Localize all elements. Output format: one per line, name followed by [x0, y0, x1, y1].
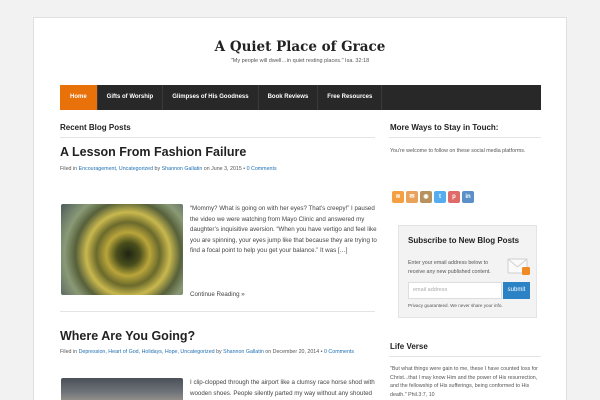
continue-reading-link[interactable]: Continue Reading » — [190, 290, 245, 301]
nav-item-home[interactable]: Home — [60, 85, 98, 110]
sidebar: More Ways to Stay in Touch: You're welco… — [389, 110, 541, 400]
main-nav: Home Gifts of Worship Glimpses of His Go… — [60, 85, 541, 110]
social-icons-row: ≋ ✉ ◉ t p in — [392, 191, 474, 203]
life-verse-heading: Life Verse — [390, 342, 428, 351]
post-comments-link[interactable]: 0 Comments — [324, 349, 354, 355]
post-title[interactable]: Where Are You Going? — [60, 329, 195, 343]
privacy-note: Privacy guaranteed. We never share your … — [408, 303, 503, 308]
post-categories-link[interactable]: Depression, Heart of God, Holidays, Hope… — [79, 349, 215, 355]
post-categories-link[interactable]: Encouragement, Uncategorized — [79, 166, 154, 172]
section-divider — [389, 137, 541, 138]
post-excerpt: I clip-clopped through the airport like … — [190, 379, 375, 397]
post-meta: Filed in Encouragement, Uncategorized by… — [60, 166, 277, 172]
subscribe-heading: Subscribe to New Blog Posts — [408, 236, 520, 245]
nav-item-free-resources[interactable]: Free Resources — [318, 85, 383, 110]
twitter-icon[interactable]: t — [434, 191, 446, 203]
email-field[interactable]: email address — [408, 282, 502, 299]
post-excerpt: “Mommy? What is going on with her eyes? … — [190, 205, 377, 255]
post-meta: Filed in Depression, Heart of God, Holid… — [60, 349, 355, 355]
recent-posts-heading: Recent Blog Posts — [60, 123, 131, 132]
nav-item-book-reviews[interactable]: Book Reviews — [259, 85, 319, 110]
section-divider — [389, 356, 541, 357]
post-title[interactable]: A Lesson From Fashion Failure — [60, 145, 246, 159]
subscribe-box: Subscribe to New Blog Posts Enter your e… — [398, 225, 537, 318]
section-divider — [60, 137, 375, 138]
post-thumbnail-image[interactable] — [61, 378, 183, 400]
post-thumbnail-image[interactable] — [61, 204, 183, 295]
rss-icon[interactable]: ≋ — [392, 191, 404, 203]
subscribe-text: Enter your email address below to receiv… — [408, 260, 491, 275]
submit-button[interactable]: submit — [503, 282, 530, 299]
post-divider — [60, 311, 375, 312]
stay-in-touch-heading: More Ways to Stay in Touch: — [390, 123, 499, 132]
post-comments-link[interactable]: 0 Comments — [247, 166, 277, 172]
site-tagline: "My people will dwell…in quiet resting p… — [230, 58, 370, 64]
stay-in-touch-text: You're welcome to follow on these social… — [390, 148, 526, 154]
linkedin-icon[interactable]: in — [462, 191, 474, 203]
instagram-icon[interactable]: ◉ — [420, 191, 432, 203]
nav-item-gifts-of-worship[interactable]: Gifts of Worship — [98, 85, 164, 110]
page-container: A Quiet Place of Grace "My people will d… — [33, 17, 567, 400]
life-verse-text: "But what things were gain to me, these … — [390, 366, 538, 398]
nav-item-glimpses-of-his-goodness[interactable]: Glimpses of His Goodness — [163, 85, 259, 110]
post-author-link[interactable]: Shannon Gallatin — [223, 349, 264, 355]
newsletter-envelope-icon — [507, 256, 531, 276]
main-content: Recent Blog Posts A Lesson From Fashion … — [60, 110, 381, 400]
pinterest-icon[interactable]: p — [448, 191, 460, 203]
email-icon[interactable]: ✉ — [406, 191, 418, 203]
post-author-link[interactable]: Shannon Gallatin — [162, 166, 203, 172]
site-title[interactable]: A Quiet Place of Grace — [34, 39, 566, 55]
